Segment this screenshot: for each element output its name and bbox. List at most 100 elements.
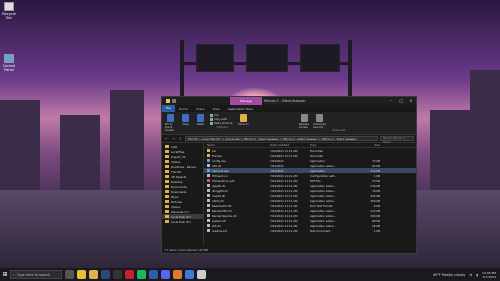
file-date: 7/22/2021 11:11 AM <box>270 148 298 153</box>
file-name-cell: readme.txt <box>204 229 270 233</box>
spotify-icon[interactable] <box>137 270 146 279</box>
task-view-icon[interactable] <box>65 270 74 279</box>
copy-path-button[interactable]: Copy path <box>210 118 234 121</box>
file-type: Application exten... <box>310 198 337 203</box>
taskbar-apps <box>62 270 206 279</box>
title-bar: Manage Hitman 2 - Silent Assassin – □ × <box>162 97 416 105</box>
file-type: Application exten... <box>310 218 337 223</box>
file-row[interactable]: readme.txt 7/22/2021 11:11 AM Text Documen… <box>204 228 416 233</box>
cut-button[interactable]: Cut <box>210 114 234 117</box>
column-size[interactable]: Size <box>354 143 384 147</box>
sign-post <box>348 40 352 100</box>
file-name: mss32.dll <box>212 193 225 198</box>
steam-icon[interactable] <box>101 270 110 279</box>
file-icon <box>207 164 210 167</box>
file-date: 7/22/2021 11:11 AM <box>270 213 298 218</box>
file-icon <box>207 209 210 212</box>
copy-path-icon <box>210 118 213 121</box>
file-icon <box>207 224 210 227</box>
file-type: Application exten... <box>310 193 337 198</box>
file-name: hitman2.exe <box>212 168 229 173</box>
forward-arrow-icon[interactable]: → <box>171 137 176 141</box>
file-icon <box>207 214 210 217</box>
release-access-button[interactable]: Release access <box>299 114 310 132</box>
file-name-cell: system.dll <box>204 219 270 223</box>
address-path[interactable]: This PC > Local Disk (D:) > downloads > … <box>185 136 378 141</box>
tab-home[interactable]: Home <box>175 107 192 111</box>
file-size: 300 KB <box>370 213 380 218</box>
column-type[interactable]: Type <box>310 143 354 147</box>
tab-manage[interactable]: Manage <box>230 97 262 105</box>
file-name: RenderOpenGL.dll <box>212 213 237 218</box>
weather-text[interactable]: 49°F Mostly cloudy <box>433 273 465 277</box>
file-name: config.exe <box>212 158 226 163</box>
close-button[interactable]: × <box>406 97 416 105</box>
lock-icon <box>301 114 308 122</box>
column-date[interactable]: Date modified <box>270 143 310 147</box>
tab-view[interactable]: View <box>209 107 224 111</box>
tab-application-tools[interactable]: Application Tools <box>224 107 257 111</box>
nav-item[interactable]: Local Disk (E:) <box>162 219 203 224</box>
pin-button[interactable]: Pin to Quick access <box>165 114 176 132</box>
file-size: 72 KB <box>372 158 380 163</box>
paste-button[interactable]: Paste <box>195 114 206 132</box>
google-chrome-icon[interactable] <box>77 270 86 279</box>
obs-icon[interactable] <box>113 270 122 279</box>
desktop-icon-recycle-bin[interactable]: Recycle Bin <box>0 2 18 20</box>
file-date: 7/22/2021 <box>270 163 284 168</box>
file-name: RenderD3D.dll <box>212 208 232 213</box>
folder-icon <box>165 160 169 163</box>
file-date: 7/22/2021 11:11 AM <box>270 198 298 203</box>
move-to-icon <box>240 114 247 122</box>
volume-icon[interactable]: ◖ <box>476 273 478 277</box>
file-date: 7/22/2021 <box>270 168 284 173</box>
tab-share[interactable]: Share <box>192 107 209 111</box>
column-name[interactable]: Name <box>204 143 270 147</box>
navigation-pane: Intel LocalFiles Project_32 Videos OneDrive … <box>162 143 204 245</box>
system-tray: 49°F Mostly cloudy ◔ ◖ 10:06 PM 3/7/2023 <box>433 271 500 279</box>
back-arrow-icon[interactable]: ← <box>164 137 169 141</box>
file-name: zlib.dll <box>212 223 221 228</box>
file-date: 7/22/2021 11:11 AM <box>270 223 298 228</box>
word-icon[interactable] <box>149 270 158 279</box>
desktop-icon-control-panel[interactable]: Control Panel <box>0 54 18 72</box>
network-icon[interactable]: ◔ <box>469 273 472 277</box>
app-white-icon[interactable] <box>197 270 206 279</box>
search-input[interactable]: Search Hitman 2 - Silent... <box>380 136 414 144</box>
file-explorer-icon[interactable] <box>89 270 98 279</box>
taskbar-search-placeholder: Type here to search <box>16 272 51 277</box>
file-name-cell: d3d.dll <box>204 164 270 168</box>
file-icon <box>207 174 210 177</box>
quick-access-toolbar-icon[interactable] <box>172 99 176 103</box>
file-size: 212 KB <box>370 208 380 213</box>
file-name-cell: RenderD3D.dll <box>204 209 270 213</box>
file-size: 114 KB <box>370 168 380 173</box>
nav-item-label: Videos <box>171 204 181 209</box>
clock[interactable]: 10:06 PM 3/7/2023 <box>482 271 496 279</box>
copy-icon <box>182 114 189 122</box>
file-name-cell: ReadmeHU.txt <box>204 204 270 208</box>
app-red-icon[interactable] <box>125 270 134 279</box>
paste-shortcut-button[interactable]: Paste shortcut <box>210 122 234 125</box>
taskbar-search[interactable]: ⌕ Type here to search <box>10 270 62 279</box>
discord-icon[interactable] <box>161 270 170 279</box>
paste-icon <box>197 114 204 122</box>
minimize-button[interactable]: – <box>386 97 396 105</box>
paste-shortcut-label: Paste shortcut <box>214 122 233 125</box>
advanced-security-button[interactable]: Advanced security <box>313 114 326 132</box>
maximize-button[interactable]: □ <box>396 97 406 105</box>
tab-file[interactable]: File <box>162 105 176 112</box>
copy-button[interactable]: Copy <box>180 114 191 132</box>
file-icon <box>207 149 210 152</box>
move-to-label: Move to <box>238 123 249 126</box>
app-orange-icon[interactable] <box>173 270 182 279</box>
file-type: Application exten... <box>310 208 337 213</box>
app-blue-icon[interactable] <box>185 270 194 279</box>
windows-start-icon[interactable]: ⊞ <box>0 271 10 278</box>
move-to-button[interactable]: Move to <box>238 114 249 132</box>
up-arrow-icon[interactable]: ↑ <box>178 137 183 141</box>
folder-icon <box>165 145 169 148</box>
nav-item-label: Desktop <box>171 179 183 184</box>
file-icon <box>207 159 210 162</box>
group-clipboard-label: Clipboard <box>216 126 228 129</box>
